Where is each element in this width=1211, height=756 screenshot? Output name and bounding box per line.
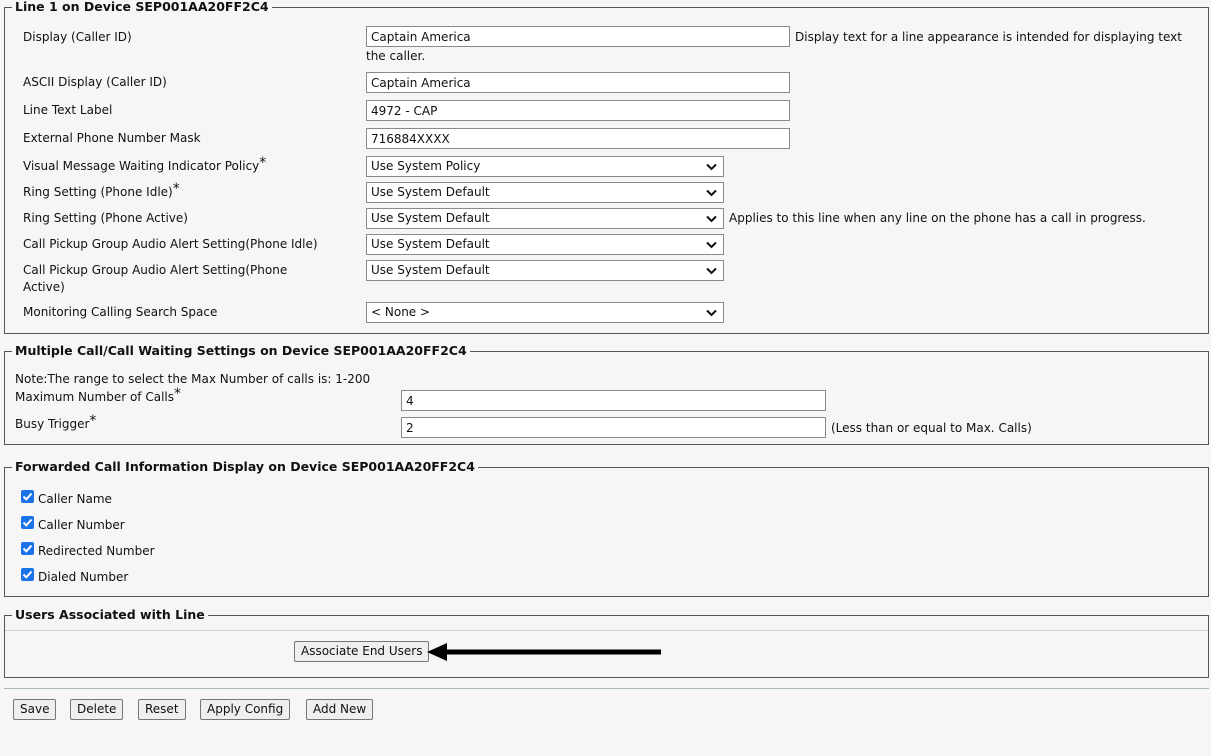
busy-trigger-help: (Less than or equal to Max. Calls): [831, 421, 1032, 435]
pickup-idle-value: Use System Default: [371, 237, 490, 251]
line-settings-legend: Line 1 on Device SEP001AA20FF2C4: [12, 0, 272, 15]
required-marker: *: [89, 413, 97, 429]
pickup-active-label: Call Pickup Group Audio Alert Setting(Ph…: [23, 263, 288, 277]
required-marker: *: [174, 386, 181, 402]
check-icon: [22, 492, 33, 501]
caller-name-checkbox[interactable]: [21, 490, 34, 503]
save-button[interactable]: Save: [13, 699, 57, 720]
dialed-number-label: Dialed Number: [38, 570, 129, 584]
chevron-down-icon: [706, 309, 717, 317]
users-associated-fieldset: Users Associated with Line Associate End…: [4, 607, 1209, 678]
users-associated-legend: Users Associated with Line: [12, 607, 208, 623]
max-calls-note: Note:The range to select the Max Number …: [15, 372, 371, 386]
pickup-idle-select[interactable]: Use System Default: [366, 234, 724, 255]
redirected-number-checkbox[interactable]: [21, 542, 34, 555]
delete-button[interactable]: Delete: [70, 699, 124, 720]
display-help-text: Display text for a line appearance is in…: [795, 30, 1182, 44]
redirected-number-label: Redirected Number: [38, 544, 155, 558]
busy-trigger-input[interactable]: [401, 417, 826, 438]
call-waiting-legend: Multiple Call/Call Waiting Settings on D…: [12, 343, 470, 359]
associate-end-users-button[interactable]: Associate End Users: [294, 641, 430, 662]
chevron-down-icon: [706, 241, 717, 249]
apply-config-button[interactable]: Apply Config: [200, 699, 291, 720]
ring-idle-label: Ring Setting (Phone Idle)*: [23, 181, 180, 200]
caller-name-label: Caller Name: [38, 492, 112, 506]
ring-idle-select[interactable]: Use System Default: [366, 182, 724, 203]
chevron-down-icon: [706, 215, 717, 223]
check-icon: [22, 544, 33, 553]
ring-active-value: Use System Default: [371, 211, 490, 225]
ring-idle-value: Use System Default: [371, 185, 490, 199]
ascii-display-input[interactable]: [366, 72, 790, 93]
max-calls-label: Maximum Number of Calls*: [15, 386, 181, 405]
monitoring-css-label: Monitoring Calling Search Space: [23, 305, 218, 319]
ascii-display-label: ASCII Display (Caller ID): [23, 75, 167, 89]
external-mask-label: External Phone Number Mask: [23, 131, 201, 145]
vmwi-policy-label: Visual Message Waiting Indicator Policy*: [23, 155, 267, 174]
pickup-idle-label: Call Pickup Group Audio Alert Setting(Ph…: [23, 237, 318, 251]
check-icon: [22, 570, 33, 579]
chevron-down-icon: [706, 189, 717, 197]
check-icon: [22, 518, 33, 527]
caller-number-label: Caller Number: [38, 518, 125, 532]
forwarded-info-fieldset: Forwarded Call Information Display on De…: [4, 459, 1209, 597]
chevron-down-icon: [706, 163, 717, 171]
monitoring-css-value: < None >: [371, 305, 431, 319]
display-caller-id-input[interactable]: [366, 26, 790, 47]
ring-active-label: Ring Setting (Phone Active): [23, 211, 188, 225]
line-text-label-input[interactable]: [366, 100, 790, 121]
external-phone-mask-input[interactable]: [366, 128, 790, 149]
pickup-active-select[interactable]: Use System Default: [366, 260, 724, 281]
monitoring-css-select[interactable]: < None >: [366, 302, 724, 323]
display-label: Display (Caller ID): [23, 30, 132, 44]
pickup-active-label-continued: Active): [23, 280, 65, 294]
pickup-active-value: Use System Default: [371, 263, 490, 277]
display-help-text-continued: the caller.: [366, 49, 426, 63]
required-marker: *: [172, 181, 180, 197]
forwarded-info-legend: Forwarded Call Information Display on De…: [12, 459, 478, 475]
arrow-left-icon: [427, 643, 661, 661]
dialed-number-checkbox[interactable]: [21, 568, 34, 581]
add-new-button[interactable]: Add New: [306, 699, 374, 720]
busy-trigger-label: Busy Trigger*: [15, 413, 97, 432]
vmwi-policy-value: Use System Policy: [371, 159, 481, 173]
divider: [5, 630, 1208, 631]
toolbar-separator: [4, 688, 1209, 689]
max-calls-input[interactable]: [401, 390, 826, 411]
required-marker: *: [259, 155, 267, 171]
line-text-label-label: Line Text Label: [23, 103, 113, 117]
chevron-down-icon: [706, 267, 717, 275]
line-settings-fieldset: Line 1 on Device SEP001AA20FF2C4 Display…: [4, 0, 1209, 334]
caller-number-checkbox[interactable]: [21, 516, 34, 529]
ring-active-select[interactable]: Use System Default: [366, 208, 724, 229]
call-waiting-fieldset: Multiple Call/Call Waiting Settings on D…: [4, 343, 1209, 445]
vmwi-policy-select[interactable]: Use System Policy: [366, 156, 724, 177]
reset-button[interactable]: Reset: [138, 699, 186, 720]
ring-active-help: Applies to this line when any line on th…: [729, 211, 1146, 225]
